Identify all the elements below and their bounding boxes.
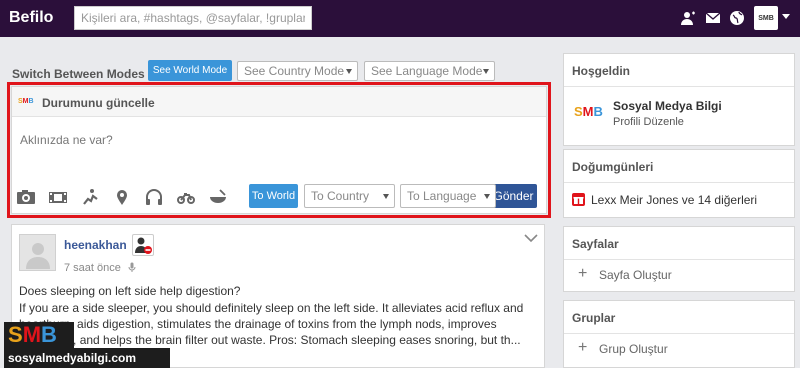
- highlight-frame: [7, 82, 551, 218]
- chevron-down-icon: [483, 69, 489, 74]
- edit-profile-link[interactable]: Profili Düzenle: [613, 116, 684, 128]
- birthdays-card: Doğumgünleri Lexx Meir Jones ve 14 diğer…: [563, 149, 795, 218]
- birthdays-text[interactable]: Lexx Meir Jones ve 14 diğerleri: [591, 193, 757, 207]
- welcome-title: Hoşgeldin: [564, 54, 794, 87]
- search-input[interactable]: [74, 6, 312, 30]
- globe-icon[interactable]: [729, 10, 745, 26]
- user-blocked-icon[interactable]: [132, 234, 154, 256]
- plus-icon[interactable]: +: [578, 265, 587, 283]
- post-card: heenakhan 7 saat önce Does sleeping on l…: [11, 224, 545, 368]
- country-mode-select[interactable]: See Country Mode: [237, 61, 358, 81]
- top-bar: Befilo SMB: [0, 0, 800, 37]
- post-body: If you are a side sleeper, you should de…: [19, 301, 524, 347]
- brand-logo[interactable]: SMB: [574, 104, 603, 119]
- microphone-icon: [128, 262, 136, 272]
- avatar[interactable]: [19, 234, 56, 271]
- friends-icon[interactable]: [680, 10, 696, 26]
- pages-card: Sayfalar + Sayfa Oluştur: [563, 226, 795, 292]
- post-username[interactable]: heenakhan: [64, 238, 127, 252]
- groups-title: Gruplar: [564, 301, 794, 334]
- post-time: 7 saat önce: [64, 262, 137, 274]
- see-world-mode-button[interactable]: See World Mode: [148, 60, 232, 81]
- create-page-link[interactable]: Sayfa Oluştur: [599, 268, 672, 282]
- user-avatar[interactable]: SMB: [754, 6, 778, 30]
- switch-modes-label: Switch Between Modes: [12, 67, 145, 81]
- create-group-link[interactable]: Grup Oluştur: [599, 342, 668, 356]
- welcome-card: Hoşgeldin SMB Sosyal Medya Bilgi Profili…: [563, 53, 795, 146]
- app-logo[interactable]: Befilo: [9, 9, 53, 27]
- mail-icon[interactable]: [705, 10, 721, 26]
- chevron-down-icon: [346, 69, 352, 74]
- chevron-down-icon[interactable]: [524, 233, 538, 243]
- chevron-down-icon[interactable]: [782, 14, 790, 19]
- watermark-site: sosyalmedyabilgi.com: [4, 348, 170, 368]
- language-mode-select[interactable]: See Language Mode: [364, 61, 495, 81]
- groups-card: Gruplar + Grup Oluştur: [563, 300, 795, 368]
- plus-icon[interactable]: +: [578, 339, 587, 357]
- profile-name[interactable]: Sosyal Medya Bilgi: [613, 99, 722, 113]
- watermark-logo: SMB: [4, 322, 74, 348]
- pages-title: Sayfalar: [564, 227, 794, 260]
- gift-icon: [572, 193, 585, 206]
- post-question: Does sleeping on left side help digestio…: [19, 284, 241, 298]
- birthdays-title: Doğumgünleri: [564, 150, 794, 183]
